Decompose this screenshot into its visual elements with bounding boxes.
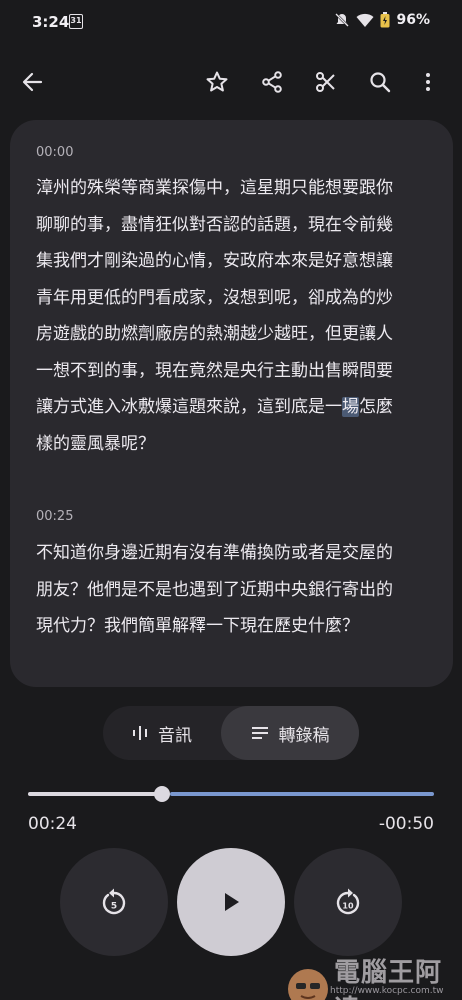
- transcript-line: 現代力？我們簡單解釋一下現在歷史什麼？: [36, 616, 359, 636]
- back-arrow-icon: [22, 72, 43, 92]
- more-options-button[interactable]: [410, 64, 446, 100]
- seekbar-played: [28, 792, 156, 796]
- replay-5-icon: 5: [102, 888, 126, 915]
- scissors-icon: [316, 72, 335, 92]
- transcript-line: 讓方式進入冰敷爆這題來說，這到底是一場怎麼: [36, 389, 428, 426]
- wifi-icon: [356, 13, 374, 27]
- rewind-seconds-label: 5: [111, 902, 117, 912]
- transcript-line-text: 讓方式進入冰敷爆這題來說，這到底是一: [36, 397, 342, 417]
- status-bar: 3:24 31 96%: [0, 0, 462, 46]
- play-icon: [225, 893, 239, 911]
- transcript-line-tail: 怎麼: [359, 397, 393, 417]
- rewind-button[interactable]: 5: [60, 848, 168, 956]
- transcript-line: 一想不到的事，現在竟然是央行主動出售瞬間要: [36, 360, 393, 381]
- transcript-line: 漳州的殊榮等商業探傷中，這星期只能想要跟你: [36, 178, 393, 198]
- transcript-line: 聊聊的事，盡情狂似對否認的話題，現在令前幾: [36, 214, 393, 235]
- share-icon: [262, 71, 282, 93]
- status-icons: 96%: [334, 12, 430, 28]
- audio-tab[interactable]: 音訊: [103, 706, 221, 760]
- transcript-tab[interactable]: 轉錄稿: [221, 706, 359, 760]
- back-button[interactable]: [14, 64, 50, 100]
- seekbar-remaining: [170, 792, 434, 796]
- playback-seekbar[interactable]: [28, 786, 434, 802]
- trim-button[interactable]: [308, 64, 344, 100]
- forward-button[interactable]: 10: [294, 848, 402, 956]
- transcript-segment[interactable]: 不知道你身邊近期有沒有準備換防或者是交屋的 朋友？他們是不是也遇到了近期中央銀行…: [36, 535, 428, 645]
- share-button[interactable]: [254, 64, 290, 100]
- battery-percent: 96%: [396, 12, 430, 28]
- battery-icon: [380, 12, 390, 28]
- forward-seconds-label: 10: [342, 902, 354, 911]
- transcript-tab-label: 轉錄稿: [278, 725, 330, 746]
- waveform-icon: [133, 726, 147, 740]
- calendar-icon: 31: [69, 14, 83, 29]
- favorite-button[interactable]: [199, 64, 235, 100]
- view-toggle: 音訊 轉錄稿: [103, 706, 359, 760]
- watermark-url: http://www.kocpc.com.tw: [330, 986, 444, 996]
- audio-tab-label: 音訊: [158, 725, 192, 746]
- forward-10-icon: 10: [336, 888, 360, 915]
- search-button[interactable]: [362, 64, 398, 100]
- seekbar-thumb[interactable]: [154, 786, 170, 802]
- transcript-line: 集我們才剛染過的心情，安政府本來是好意想讓: [36, 251, 393, 271]
- play-button[interactable]: [177, 848, 285, 956]
- star-icon: [206, 71, 228, 92]
- notes-icon: [251, 727, 268, 739]
- segment-timestamp[interactable]: 00:25: [36, 509, 73, 524]
- watermark-mascot-icon: [288, 969, 328, 1000]
- segment-timestamp[interactable]: 00:00: [36, 145, 73, 160]
- top-toolbar: [0, 58, 462, 106]
- transcript-line: 樣的靈風暴呢？: [36, 433, 155, 454]
- transcript-segment[interactable]: 漳州的殊榮等商業探傷中，這星期只能想要跟你 聊聊的事，盡情狂似對否認的話題，現在…: [36, 170, 428, 462]
- transcript-line: 不知道你身邊近期有沒有準備換防或者是交屋的: [36, 543, 393, 563]
- transcript-line: 青年用更低的門看成家，沒想到呢，卻成為的炒: [36, 287, 393, 308]
- mute-icon: [335, 13, 350, 27]
- transcript-card[interactable]: 00:00 漳州的殊榮等商業探傷中，這星期只能想要跟你 聊聊的事，盡情狂似對否認…: [10, 120, 453, 687]
- transcript-line: 朋友？他們是不是也遇到了近期中央銀行寄出的: [36, 579, 393, 600]
- transcript-line: 房遊戲的助燃劑廠房的熱潮越少越旺，但更讓人: [36, 324, 393, 344]
- status-time: 3:24: [32, 13, 70, 31]
- current-word-highlight: 場: [342, 397, 359, 417]
- search-icon: [370, 72, 391, 93]
- more-vert-icon: [426, 73, 430, 91]
- elapsed-time: 00:24: [28, 814, 77, 834]
- remaining-time: -00:50: [378, 814, 434, 834]
